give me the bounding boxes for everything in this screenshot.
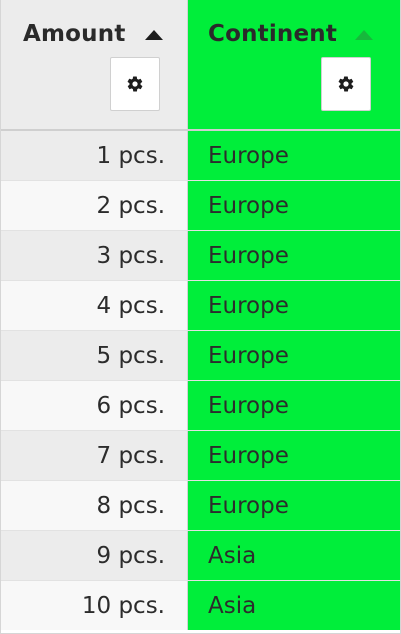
cell-continent[interactable]: Europe <box>188 131 400 180</box>
data-grid: Amount Continent 1 pcs. Europe 2 pcs. Eu… <box>0 0 401 634</box>
cell-amount[interactable]: 6 pcs. <box>1 381 188 430</box>
cell-amount[interactable]: 9 pcs. <box>1 531 188 580</box>
cell-amount[interactable]: 2 pcs. <box>1 181 188 230</box>
cell-amount[interactable]: 1 pcs. <box>1 131 188 180</box>
cell-continent[interactable]: Asia <box>188 531 400 580</box>
cell-amount[interactable]: 10 pcs. <box>1 581 188 630</box>
cell-continent[interactable]: Asia <box>188 581 400 630</box>
table-row[interactable]: 10 pcs. Asia <box>1 581 400 631</box>
column-header-label[interactable]: Continent <box>208 21 337 47</box>
table-row[interactable]: 4 pcs. Europe <box>1 281 400 331</box>
cell-amount[interactable]: 5 pcs. <box>1 331 188 380</box>
cell-amount[interactable]: 8 pcs. <box>1 481 188 530</box>
grid-body: 1 pcs. Europe 2 pcs. Europe 3 pcs. Europ… <box>1 131 400 631</box>
table-row[interactable]: 2 pcs. Europe <box>1 181 400 231</box>
cell-amount[interactable]: 3 pcs. <box>1 231 188 280</box>
column-header-continent[interactable]: Continent <box>188 0 400 129</box>
table-row[interactable]: 6 pcs. Europe <box>1 381 400 431</box>
table-row[interactable]: 8 pcs. Europe <box>1 481 400 531</box>
column-settings-button[interactable] <box>321 57 371 111</box>
table-row[interactable]: 5 pcs. Europe <box>1 331 400 381</box>
cell-continent[interactable]: Europe <box>188 181 400 230</box>
cell-continent[interactable]: Europe <box>188 481 400 530</box>
gear-icon <box>338 76 354 92</box>
sort-ascending-icon[interactable] <box>355 30 373 40</box>
gear-icon <box>127 76 143 92</box>
table-row[interactable]: 3 pcs. Europe <box>1 231 400 281</box>
cell-continent[interactable]: Europe <box>188 231 400 280</box>
cell-continent[interactable]: Europe <box>188 381 400 430</box>
grid-header: Amount Continent <box>1 0 400 131</box>
column-header-label[interactable]: Amount <box>23 21 126 47</box>
column-header-amount[interactable]: Amount <box>1 0 188 129</box>
table-row[interactable]: 1 pcs. Europe <box>1 131 400 181</box>
cell-continent[interactable]: Europe <box>188 431 400 480</box>
cell-amount[interactable]: 7 pcs. <box>1 431 188 480</box>
column-settings-button[interactable] <box>110 57 160 111</box>
table-row[interactable]: 7 pcs. Europe <box>1 431 400 481</box>
cell-continent[interactable]: Europe <box>188 281 400 330</box>
cell-continent[interactable]: Europe <box>188 331 400 380</box>
cell-amount[interactable]: 4 pcs. <box>1 281 188 330</box>
sort-ascending-icon[interactable] <box>145 30 163 40</box>
table-row[interactable]: 9 pcs. Asia <box>1 531 400 581</box>
